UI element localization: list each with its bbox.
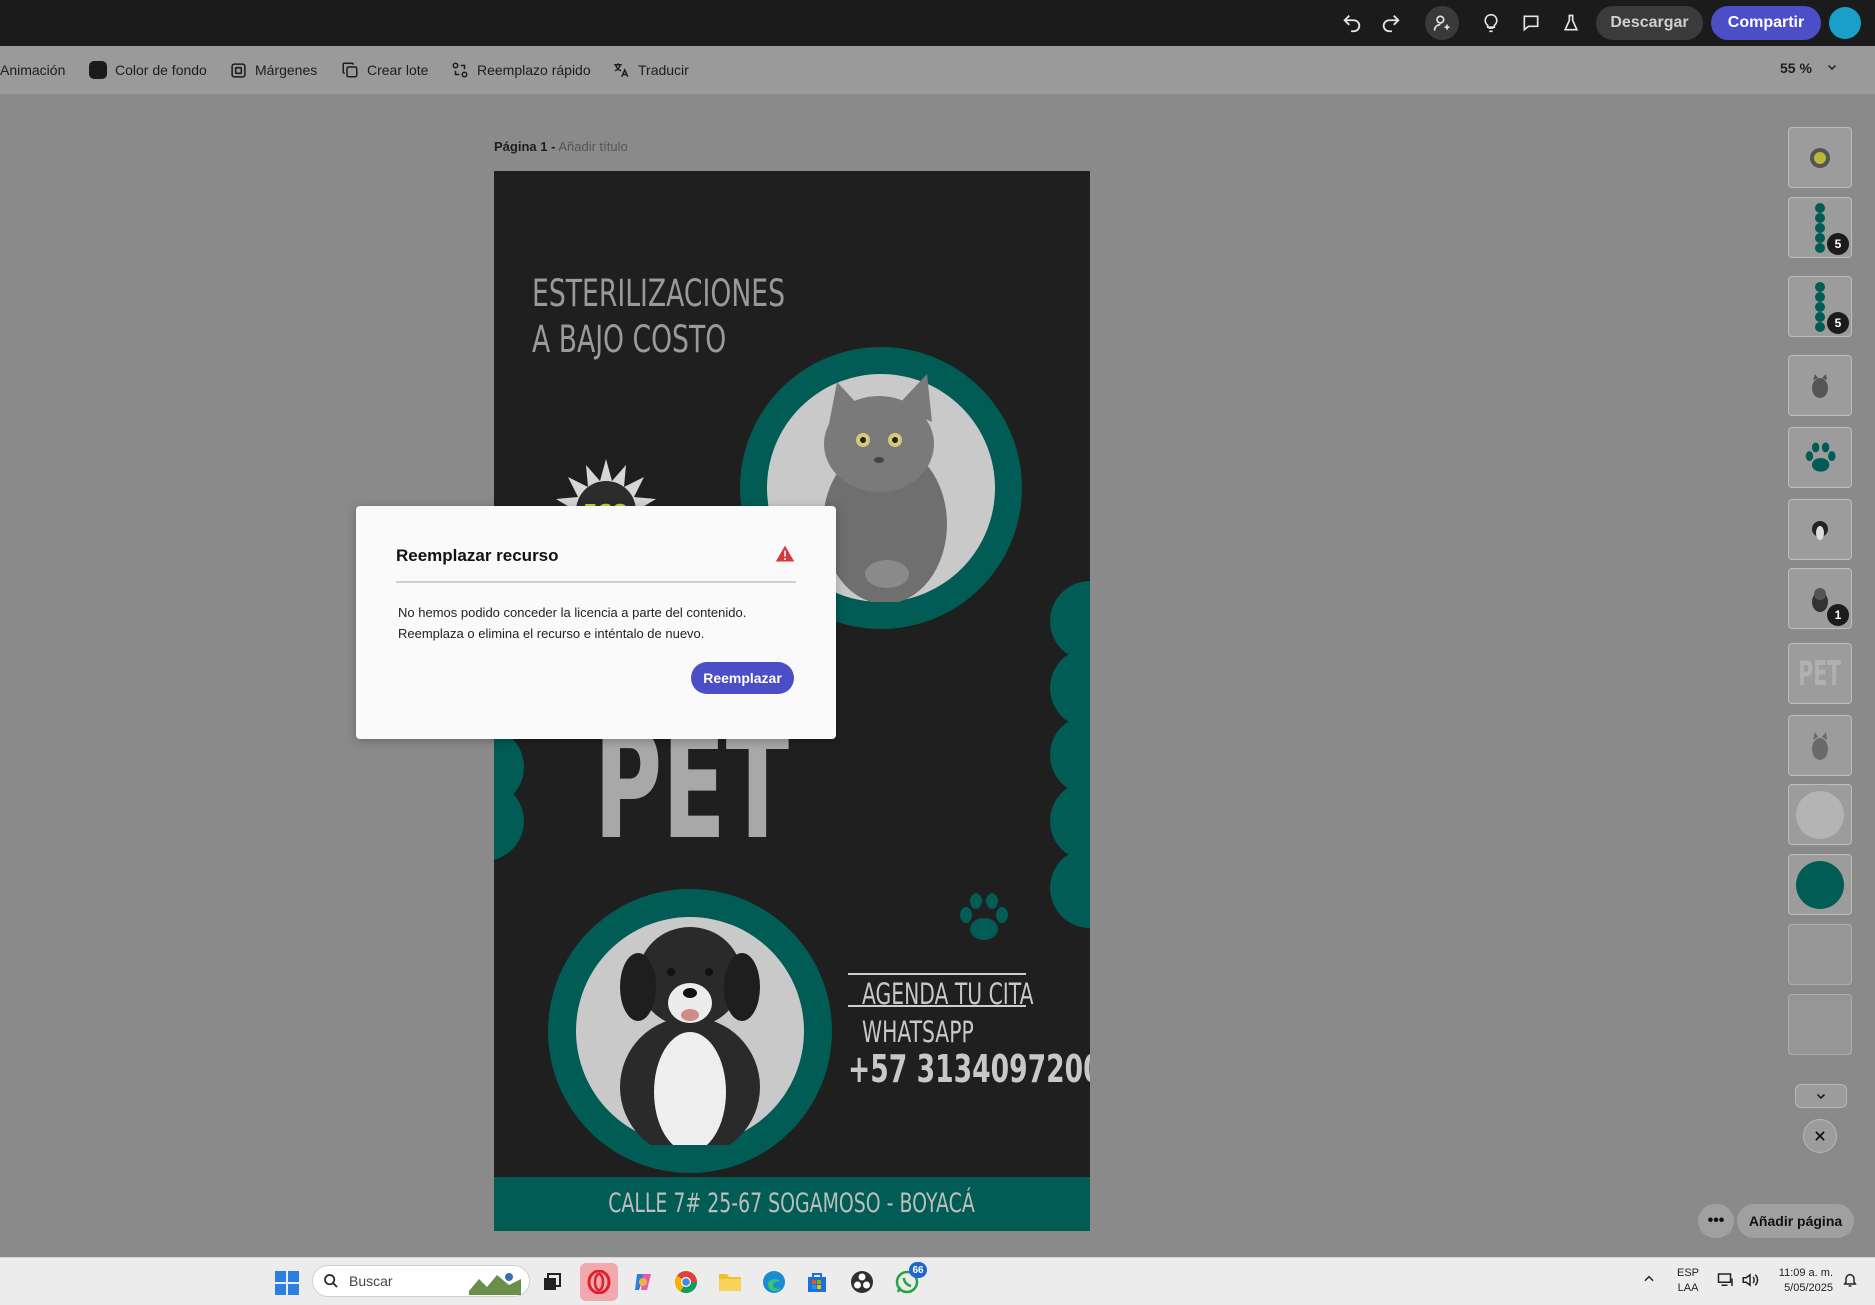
search-highlight-icon	[469, 1273, 521, 1295]
layer-thumb-dots[interactable]: 5	[1788, 197, 1852, 258]
close-icon[interactable]	[1803, 1119, 1837, 1153]
paw-thumb-icon	[1805, 441, 1836, 472]
opera-browser-icon[interactable]	[580, 1263, 618, 1301]
margins-tool[interactable]: Márgenes	[229, 58, 317, 82]
beaker-icon[interactable]	[1554, 6, 1588, 40]
layer-thumb-cat-photo[interactable]	[1788, 715, 1852, 776]
invite-user-icon[interactable]	[1425, 6, 1459, 40]
edge-icon[interactable]	[760, 1268, 788, 1296]
group-count-badge: 5	[1827, 312, 1849, 334]
copilot-icon[interactable]	[629, 1268, 657, 1296]
background-color-tool[interactable]: Color de fondo	[89, 58, 207, 82]
language-indicator[interactable]: ESP LAA	[1677, 1266, 1699, 1296]
eco-thumb-icon	[1810, 147, 1830, 168]
divider	[848, 973, 1026, 975]
share-button[interactable]: Compartir	[1711, 6, 1821, 40]
layer-thumb-pet-text[interactable]: PET	[1788, 643, 1852, 704]
layer-thumb-photo[interactable]: 1	[1788, 568, 1852, 629]
translate-icon	[612, 61, 630, 79]
margins-icon	[229, 61, 247, 79]
layer-thumb-text[interactable]	[1788, 924, 1852, 985]
chevron-down-icon	[1826, 60, 1838, 76]
layer-thumb-dog[interactable]	[1788, 499, 1852, 560]
microsoft-store-icon[interactable]	[803, 1268, 831, 1296]
footer-strip[interactable]: CALLE 7# 25-67 SOGAMOSO - BOYACÁ	[494, 1177, 1090, 1231]
poster-headline[interactable]: ESTERILIZACIONES A BAJO COSTO	[532, 271, 785, 363]
batch-icon	[341, 61, 359, 79]
volume-icon[interactable]	[1741, 1272, 1759, 1293]
layer-thumb-cat[interactable]	[1788, 355, 1852, 416]
add-title-link[interactable]: Añadir título	[558, 139, 627, 154]
chevron-down-icon[interactable]	[1795, 1084, 1847, 1108]
editor-toolbar: Animación Color de fondo Márgenes Crear …	[0, 46, 1875, 94]
network-icon[interactable]	[1717, 1272, 1735, 1293]
task-view-icon[interactable]	[538, 1268, 566, 1296]
layer-thumb-text[interactable]	[1788, 994, 1852, 1055]
contact-whatsapp[interactable]: WHATSAPP	[862, 1015, 974, 1049]
create-batch-tool[interactable]: Crear lote	[341, 58, 428, 82]
windows-start-icon[interactable]	[275, 1271, 299, 1295]
system-clock[interactable]: 11:09 a. m. 5/05/2025	[1773, 1266, 1833, 1296]
taskbar-search-input[interactable]: Buscar	[312, 1265, 530, 1297]
decor-bump	[1050, 848, 1090, 928]
dog-circle-frame[interactable]	[548, 889, 832, 1173]
color-swatch-icon	[89, 61, 107, 79]
replace-resource-dialog: Reemplazar recurso No hemos podido conce…	[356, 506, 836, 739]
page-title: Página 1 - Añadir título	[494, 139, 628, 154]
dialog-divider	[396, 581, 796, 583]
layer-thumb-gray-circle[interactable]	[1788, 784, 1852, 845]
add-page-button[interactable]: Añadir página	[1737, 1204, 1854, 1238]
divider	[848, 1005, 1026, 1007]
top-bar: Descargar Compartir	[0, 0, 1875, 46]
dialog-message: No hemos podido conceder la licencia a p…	[398, 605, 747, 641]
whatsapp-icon[interactable]: 66	[893, 1262, 927, 1296]
file-explorer-icon[interactable]	[716, 1268, 744, 1296]
translate-tool[interactable]: Traducir	[612, 58, 689, 82]
layer-thumb-teal-circle[interactable]	[1788, 854, 1852, 915]
more-options-icon[interactable]: •••	[1698, 1204, 1734, 1238]
zoom-control[interactable]: 55 %	[1780, 60, 1838, 76]
notifications-icon[interactable]	[1842, 1272, 1858, 1293]
warning-icon	[775, 544, 795, 564]
obs-icon[interactable]	[848, 1268, 876, 1296]
comment-icon[interactable]	[1514, 6, 1548, 40]
layer-thumb-dots[interactable]: 5	[1788, 276, 1852, 337]
group-count-badge: 1	[1827, 604, 1849, 626]
chrome-icon[interactable]	[672, 1268, 700, 1296]
replace-button[interactable]: Reemplazar	[691, 662, 794, 694]
search-icon	[324, 1274, 338, 1288]
paw-icon[interactable]	[954, 889, 1012, 947]
lightbulb-icon[interactable]	[1474, 6, 1508, 40]
group-count-badge: 5	[1827, 233, 1849, 255]
contact-phone[interactable]: +57 3134097200	[848, 1047, 1090, 1091]
undo-icon[interactable]	[1335, 6, 1369, 40]
quick-replace-tool[interactable]: Reemplazo rápido	[451, 58, 591, 82]
decor-bump	[494, 781, 524, 861]
notification-badge: 66	[909, 1262, 927, 1278]
quick-replace-icon	[451, 61, 469, 79]
download-button[interactable]: Descargar	[1596, 6, 1703, 40]
windows-taskbar: Buscar 66 ESP LAA 11:09 a. m. 5/05/2025	[0, 1257, 1875, 1305]
layer-thumb-eco[interactable]	[1788, 127, 1852, 188]
dialog-title: Reemplazar recurso	[396, 546, 559, 565]
avatar[interactable]	[1829, 7, 1861, 39]
show-hidden-icons-icon[interactable]	[1642, 1272, 1656, 1291]
dog-photo	[576, 917, 804, 1157]
animation-tool[interactable]: Animación	[0, 58, 65, 82]
layer-thumb-paw[interactable]	[1788, 427, 1852, 488]
footer-address: CALLE 7# 25-67 SOGAMOSO - BOYACÁ	[608, 1188, 975, 1219]
redo-icon[interactable]	[1374, 6, 1408, 40]
